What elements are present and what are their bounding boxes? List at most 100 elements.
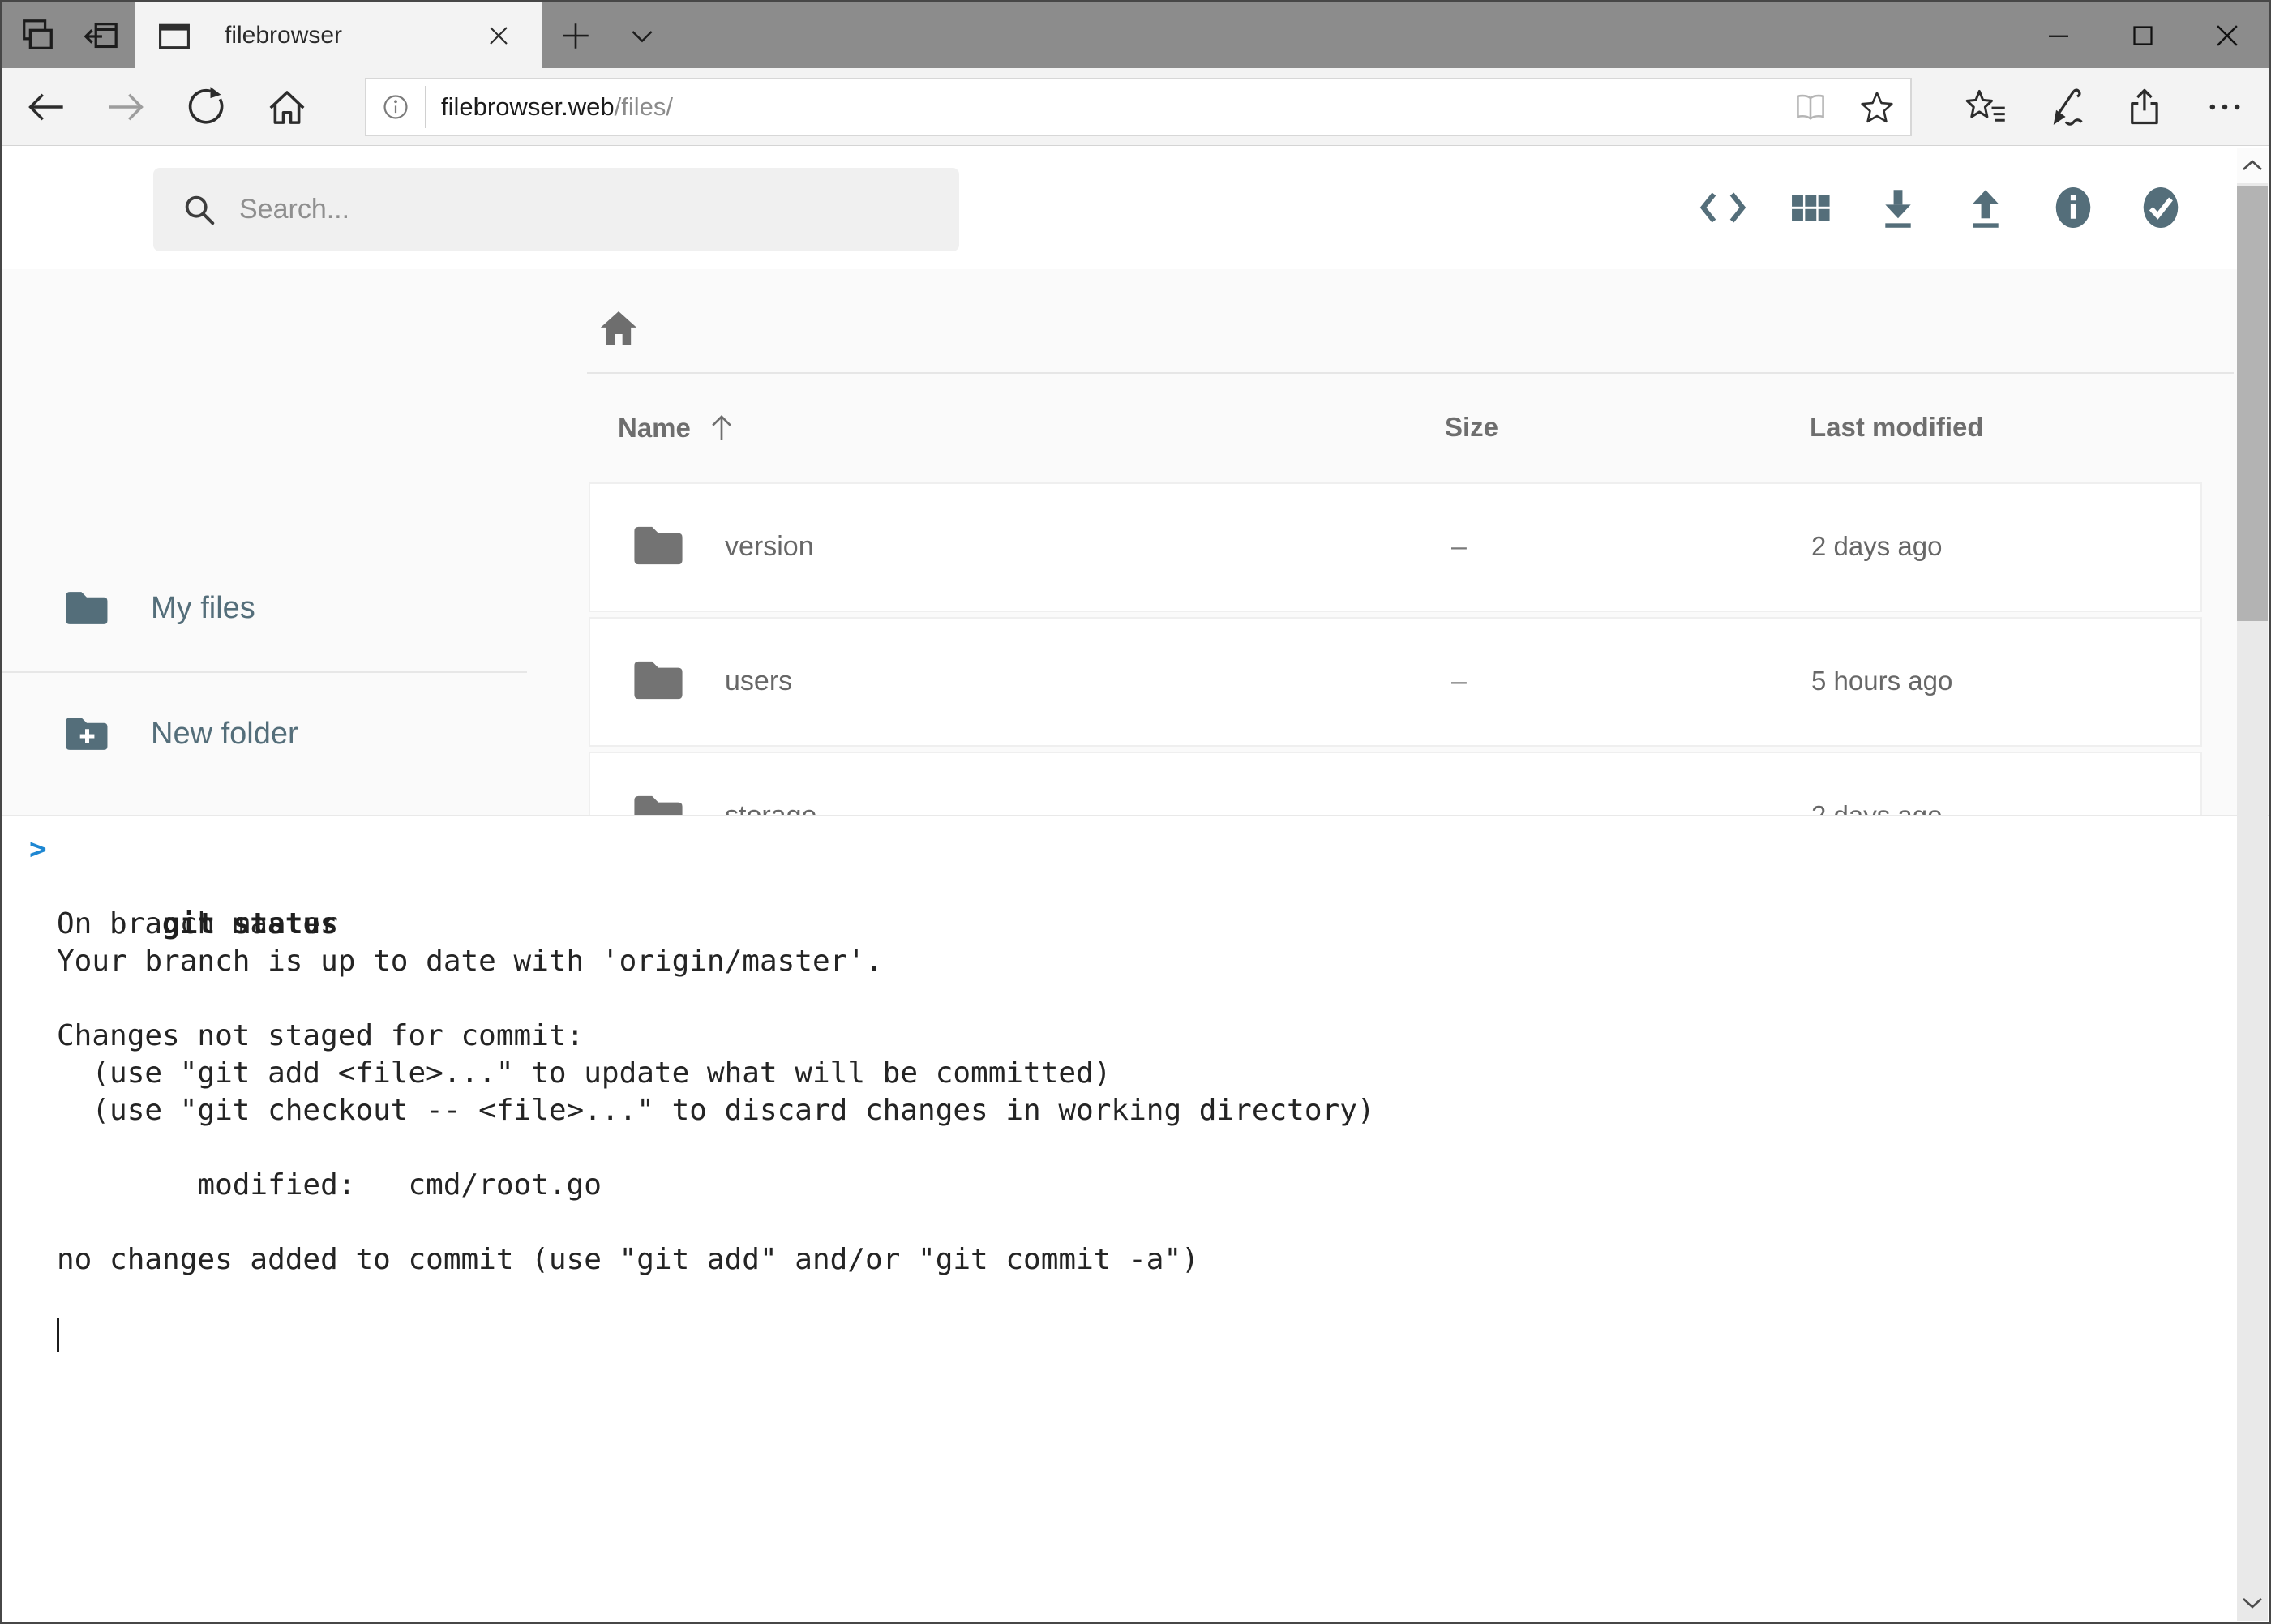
upload-button[interactable] bbox=[1942, 159, 2029, 256]
tab-favicon bbox=[156, 18, 192, 54]
file-modified: 2 days ago bbox=[1811, 531, 1942, 562]
browser-window: filebrowser bbox=[0, 0, 2271, 1624]
add-favorite-star-button[interactable] bbox=[1844, 89, 1910, 125]
address-bar-divider bbox=[425, 86, 426, 128]
terminal-line bbox=[57, 980, 2269, 1018]
terminal-panel[interactable]: > git status On branch masterYour branch… bbox=[2, 815, 2269, 1624]
file-modified: 5 hours ago bbox=[1811, 666, 1952, 696]
search-icon bbox=[181, 191, 218, 229]
terminal-line: modified: cmd/root.go bbox=[57, 1167, 2269, 1204]
raw-code-button[interactable] bbox=[1679, 159, 1767, 256]
url-text: filebrowser.web/files/ bbox=[441, 92, 1777, 122]
refresh-button[interactable] bbox=[168, 68, 242, 146]
browser-navbar: filebrowser.web/files/ bbox=[2, 68, 2269, 146]
address-bar[interactable]: filebrowser.web/files/ bbox=[365, 78, 1912, 136]
site-info-icon[interactable] bbox=[366, 92, 425, 122]
terminal-line bbox=[57, 1279, 2269, 1316]
file-row-version[interactable]: version – 2 days ago bbox=[589, 482, 2202, 612]
back-button[interactable] bbox=[8, 68, 83, 146]
scrollbar-thumb[interactable] bbox=[2237, 186, 2268, 621]
filebrowser-header: Search... bbox=[2, 146, 2269, 269]
info-icon bbox=[2049, 183, 2097, 232]
grid-view-icon bbox=[1787, 184, 1834, 231]
folder-icon bbox=[629, 655, 688, 705]
upload-icon bbox=[1962, 184, 2009, 231]
terminal-cursor bbox=[57, 1318, 59, 1352]
close-window-button[interactable] bbox=[2185, 2, 2269, 69]
window-controls bbox=[2016, 2, 2269, 69]
share-button[interactable] bbox=[2106, 68, 2185, 146]
download-button[interactable] bbox=[1854, 159, 1942, 256]
terminal-line: On branch master bbox=[57, 906, 2269, 943]
folder-plus-icon bbox=[62, 712, 112, 756]
url-path: /files/ bbox=[615, 92, 673, 121]
code-icon bbox=[1698, 184, 1748, 231]
folder-icon bbox=[629, 521, 688, 571]
tab-preview-button[interactable] bbox=[8, 2, 66, 69]
scroll-up-button[interactable] bbox=[2237, 148, 2268, 183]
file-size: – bbox=[1451, 531, 1467, 563]
select-multiple-button[interactable] bbox=[2117, 159, 2205, 256]
file-name: version bbox=[725, 531, 814, 563]
tab-close-button[interactable] bbox=[476, 13, 521, 58]
terminal-prompt-line: > git status bbox=[57, 831, 2269, 868]
search-input[interactable]: Search... bbox=[153, 168, 959, 251]
set-tabs-aside-icon bbox=[82, 17, 119, 54]
terminal-output: On branch masterYour branch is up to dat… bbox=[57, 868, 2269, 1316]
terminal-line: (use "git checkout -- <file>..." to disc… bbox=[57, 1092, 2269, 1129]
content-divider bbox=[587, 372, 2234, 374]
listing-header: Name Size Last modified bbox=[527, 405, 2269, 454]
set-tabs-aside-button[interactable] bbox=[71, 2, 130, 69]
scroll-down-button[interactable] bbox=[2237, 1585, 2268, 1621]
url-host: filebrowser.web bbox=[441, 92, 615, 121]
folder-icon bbox=[629, 790, 688, 815]
tab-title: filebrowser bbox=[225, 22, 476, 49]
column-header-size[interactable]: Size bbox=[1445, 412, 1498, 443]
sidebar-item-label: New folder bbox=[151, 717, 298, 752]
terminal-line: (use "git add <file>..." to update what … bbox=[57, 1055, 2269, 1092]
plus-icon bbox=[559, 19, 593, 53]
file-row-users[interactable]: users – 5 hours ago bbox=[589, 617, 2202, 747]
tab-list-button[interactable] bbox=[613, 2, 671, 69]
maximize-button[interactable] bbox=[2101, 2, 2185, 69]
home-icon bbox=[596, 307, 641, 349]
file-modified: 2 days ago bbox=[1811, 800, 1942, 815]
file-row-storage[interactable]: storage – 2 days ago bbox=[589, 752, 2202, 815]
terminal-line bbox=[57, 868, 2269, 906]
navbar-right-buttons bbox=[1947, 68, 2265, 146]
minimize-button[interactable] bbox=[2016, 2, 2101, 69]
breadcrumb-home-button[interactable] bbox=[592, 303, 645, 354]
forward-button[interactable] bbox=[89, 68, 164, 146]
sidebar-item-my-files[interactable]: My files bbox=[2, 571, 527, 645]
file-size: – bbox=[1451, 800, 1467, 815]
terminal-line: Your branch is up to date with 'origin/m… bbox=[57, 943, 2269, 980]
new-tab-button[interactable] bbox=[546, 2, 605, 69]
web-notes-button[interactable] bbox=[2026, 68, 2106, 146]
column-header-name[interactable]: Name bbox=[618, 412, 738, 444]
file-name: storage bbox=[725, 800, 816, 815]
file-listing: Name Size Last modified version bbox=[527, 269, 2269, 815]
search-placeholder: Search... bbox=[239, 194, 349, 225]
filebrowser-body: My files New folder bbox=[2, 269, 2269, 815]
terminal-command: git status bbox=[162, 907, 338, 941]
terminal-line: Changes not staged for commit: bbox=[57, 1018, 2269, 1055]
browser-tab[interactable]: filebrowser bbox=[135, 2, 542, 69]
home-button[interactable] bbox=[250, 68, 324, 146]
info-button[interactable] bbox=[2029, 159, 2117, 256]
file-name: users bbox=[725, 666, 792, 697]
column-header-modified[interactable]: Last modified bbox=[1810, 412, 1984, 443]
reading-view-button[interactable] bbox=[1777, 89, 1844, 125]
terminal-line bbox=[57, 1204, 2269, 1241]
sidebar-item-new-folder[interactable]: New folder bbox=[2, 696, 527, 771]
sidebar: My files New folder bbox=[2, 269, 527, 815]
sidebar-item-label: My files bbox=[151, 591, 255, 626]
tab-bar: filebrowser bbox=[2, 2, 2269, 68]
column-header-name-label: Name bbox=[618, 413, 691, 443]
terminal-prompt-icon: > bbox=[29, 831, 47, 868]
grid-view-button[interactable] bbox=[1767, 159, 1854, 256]
check-circle-icon bbox=[2136, 183, 2185, 232]
more-options-button[interactable] bbox=[2185, 68, 2265, 146]
vertical-scrollbar[interactable] bbox=[2237, 148, 2268, 1621]
favorites-hub-button[interactable] bbox=[1947, 68, 2026, 146]
file-size: – bbox=[1451, 666, 1467, 697]
